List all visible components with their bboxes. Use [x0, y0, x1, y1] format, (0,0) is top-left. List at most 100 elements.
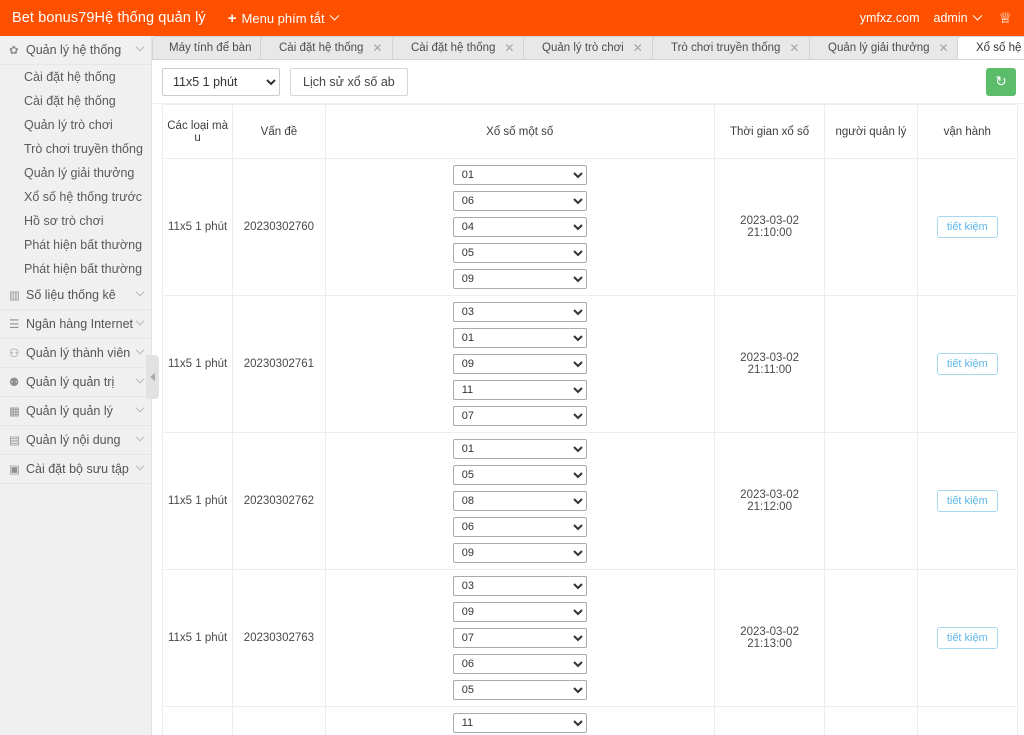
number-select-3[interactable]: 0102030405060708091011 — [453, 491, 587, 511]
close-icon[interactable]: ✕ — [504, 42, 514, 54]
number-select-1[interactable]: 0102030405060708091011 — [453, 576, 587, 596]
tab-label: Quản lý giải thưởng — [828, 42, 930, 54]
tab-prize-management[interactable]: Quản lý giải thưởng ✕ — [809, 36, 964, 59]
tab-game-management[interactable]: Quản lý trò chơi ✕ — [523, 36, 658, 59]
cell-issue-number: 20230302764 — [233, 707, 325, 735]
table-header-row: Các loại mà u Vấn đề Xổ số một số Thời g… — [163, 105, 1018, 159]
shirt-icon[interactable]: ♕ — [999, 11, 1012, 26]
sidebar-item-prize-management[interactable]: Quản lý giải thưởng — [0, 161, 151, 185]
cell-lottery-numbers: 0102030405060708091011 010203040506070809… — [325, 296, 714, 433]
cell-operation: tiết kiệm — [917, 570, 1017, 707]
admin-user-menu[interactable]: admin — [934, 11, 981, 25]
sidebar-collapse-handle[interactable] — [146, 355, 159, 399]
chevron-down-icon — [136, 462, 144, 470]
sidebar-item-traditional-games[interactable]: Trò chơi truyền thống — [0, 137, 151, 161]
number-select-2[interactable]: 0102030405060708091011 — [453, 191, 587, 211]
sidebar-group-label: Số liệu thống kê — [26, 288, 116, 302]
cell-operation: tiết kiệm — [917, 159, 1017, 296]
save-button[interactable]: tiết kiệm — [937, 490, 998, 512]
number-select-4[interactable]: 0102030405060708091011 — [453, 517, 587, 537]
number-select-3[interactable]: 0102030405060708091011 — [453, 217, 587, 237]
lottery-history-button[interactable]: Lịch sử xổ số ab — [290, 68, 408, 96]
cell-draw-time: 2023-03-02 21:11:00 — [714, 296, 824, 433]
tab-traditional-games[interactable]: Trò chơi truyền thống ✕ — [652, 36, 814, 59]
sidebar-item-anomaly-detection-1[interactable]: Phát hiện bất thường — [0, 233, 151, 257]
chevron-down-icon — [329, 10, 339, 20]
sidebar-nav: ✿ Quản lý hệ thống Cài đặt hệ thống Cài … — [0, 36, 152, 735]
chart-icon: ▥ — [9, 288, 23, 302]
shortcut-menu-button[interactable]: + Menu phím tắt — [228, 10, 338, 27]
number-select-4[interactable]: 0102030405060708091011 — [453, 654, 587, 674]
sidebar-item-game-records[interactable]: Hồ sơ trò chơi — [0, 209, 151, 233]
sidebar-item-anomaly-detection-2[interactable]: Phát hiện bất thường — [0, 257, 151, 281]
lottery-results-table: Các loại mà u Vấn đề Xổ số một số Thời g… — [162, 104, 1018, 735]
close-icon[interactable]: ✕ — [938, 42, 948, 54]
cell-lottery-type: 11x5 1 phút — [163, 707, 233, 735]
sidebar-group-admin-management[interactable]: ⚉ Quản lý quản trị — [0, 368, 151, 397]
lottery-type-select[interactable]: 11x5 1 phút — [162, 68, 280, 96]
main-content-panel: 11x5 1 phút Lịch sử xổ số ab ↻ Các loại … — [152, 60, 1024, 735]
sidebar-group-label: Ngân hàng Internet — [26, 317, 133, 331]
chevron-down-icon — [972, 10, 982, 20]
number-select-1[interactable]: 0102030405060708091011 — [453, 165, 587, 185]
close-icon[interactable]: ✕ — [790, 42, 800, 54]
sidebar-group-operations-management[interactable]: ▦ Quản lý quản lý — [0, 397, 151, 426]
sidebar-group-content-management[interactable]: ▤ Quản lý nội dung — [0, 426, 151, 455]
user-outline-icon: ⚇ — [9, 346, 23, 360]
number-select-4[interactable]: 0102030405060708091011 — [453, 243, 587, 263]
cell-lottery-numbers: 0102030405060708091011 010203040506070809… — [325, 159, 714, 296]
number-select-3[interactable]: 0102030405060708091011 — [453, 628, 587, 648]
cell-issue-number: 20230302763 — [233, 570, 325, 707]
number-select-5[interactable]: 0102030405060708091011 — [453, 543, 587, 563]
number-select-5[interactable]: 0102030405060708091011 — [453, 269, 587, 289]
close-icon[interactable]: ✕ — [633, 42, 643, 54]
tab-system-settings-1[interactable]: Cài đặt hệ thống ✕ — [260, 36, 397, 59]
number-select-2[interactable]: 0102030405060708091011 — [453, 465, 587, 485]
sidebar-item-label: Phát hiện bất thường — [24, 262, 142, 276]
column-header-manager: người quản lý — [825, 105, 917, 159]
number-select-1[interactable]: 0102030405060708091011 — [453, 713, 587, 733]
number-select-1[interactable]: 0102030405060708091011 — [453, 439, 587, 459]
tab-label: Quản lý trò chơi — [542, 42, 624, 54]
header-right-cluster: ymfxz.com admin ♕ — [860, 11, 1024, 26]
number-select-stack: 0102030405060708091011 010203040506070809… — [330, 439, 710, 563]
cell-lottery-type: 11x5 1 phút — [163, 433, 233, 570]
sidebar-item-system-settings-1[interactable]: Cài đặt hệ thống — [0, 65, 151, 89]
tab-system-settings-2[interactable]: Cài đặt hệ thống ✕ — [392, 36, 529, 59]
number-select-4[interactable]: 0102030405060708091011 — [453, 380, 587, 400]
cell-draw-time: 2023-03-02 21:12:00 — [714, 433, 824, 570]
sidebar-group-statistics[interactable]: ▥ Số liệu thống kê — [0, 281, 151, 310]
number-select-5[interactable]: 0102030405060708091011 — [453, 680, 587, 700]
sidebar-group-member-management[interactable]: ⚇ Quản lý thành viên — [0, 339, 151, 368]
cell-lottery-numbers: 0102030405060708091011 010203040506070809… — [325, 433, 714, 570]
lottery-table-container: Các loại mà u Vấn đề Xổ số một số Thời g… — [152, 104, 1024, 735]
sidebar-group-internet-banking[interactable]: ☰ Ngân hàng Internet — [0, 310, 151, 339]
cell-manager — [825, 707, 917, 735]
tab-desktop[interactable]: Máy tính để bàn — [152, 36, 266, 59]
number-select-stack: 0102030405060708091011010203040506070809… — [330, 713, 710, 735]
sidebar-group-system-management[interactable]: ✿ Quản lý hệ thống — [0, 36, 151, 65]
sidebar-group-collection-settings[interactable]: ▣ Cài đặt bộ sưu tập — [0, 455, 151, 484]
close-icon[interactable]: ✕ — [373, 42, 383, 54]
sidebar-item-system-settings-2[interactable]: Cài đặt hệ thống — [0, 89, 151, 113]
number-select-1[interactable]: 0102030405060708091011 — [453, 302, 587, 322]
tab-system-lottery[interactable]: Xổ số hệ thống — [957, 36, 1024, 59]
number-select-2[interactable]: 0102030405060708091011 — [453, 602, 587, 622]
sidebar-item-previous-lottery[interactable]: Xổ số hệ thống trước — [0, 185, 151, 209]
number-select-stack: 0102030405060708091011 010203040506070809… — [330, 165, 710, 289]
cell-issue-number: 20230302761 — [233, 296, 325, 433]
table-row: 11x5 1 phút20230302760010203040506070809… — [163, 159, 1018, 296]
number-select-5[interactable]: 0102030405060708091011 — [453, 406, 587, 426]
number-select-2[interactable]: 0102030405060708091011 — [453, 328, 587, 348]
chevron-left-icon — [150, 373, 155, 381]
save-button[interactable]: tiết kiệm — [937, 216, 998, 238]
cell-manager — [825, 570, 917, 707]
table-body: 11x5 1 phút20230302760010203040506070809… — [163, 159, 1018, 735]
sidebar-item-game-management[interactable]: Quản lý trò chơi — [0, 113, 151, 137]
save-button[interactable]: tiết kiệm — [937, 353, 998, 375]
cell-lottery-type: 11x5 1 phút — [163, 296, 233, 433]
save-button[interactable]: tiết kiệm — [937, 627, 998, 649]
refresh-icon[interactable]: ↻ — [986, 68, 1016, 96]
number-select-3[interactable]: 0102030405060708091011 — [453, 354, 587, 374]
sidebar-item-label: Xổ số hệ thống trước — [24, 190, 142, 204]
